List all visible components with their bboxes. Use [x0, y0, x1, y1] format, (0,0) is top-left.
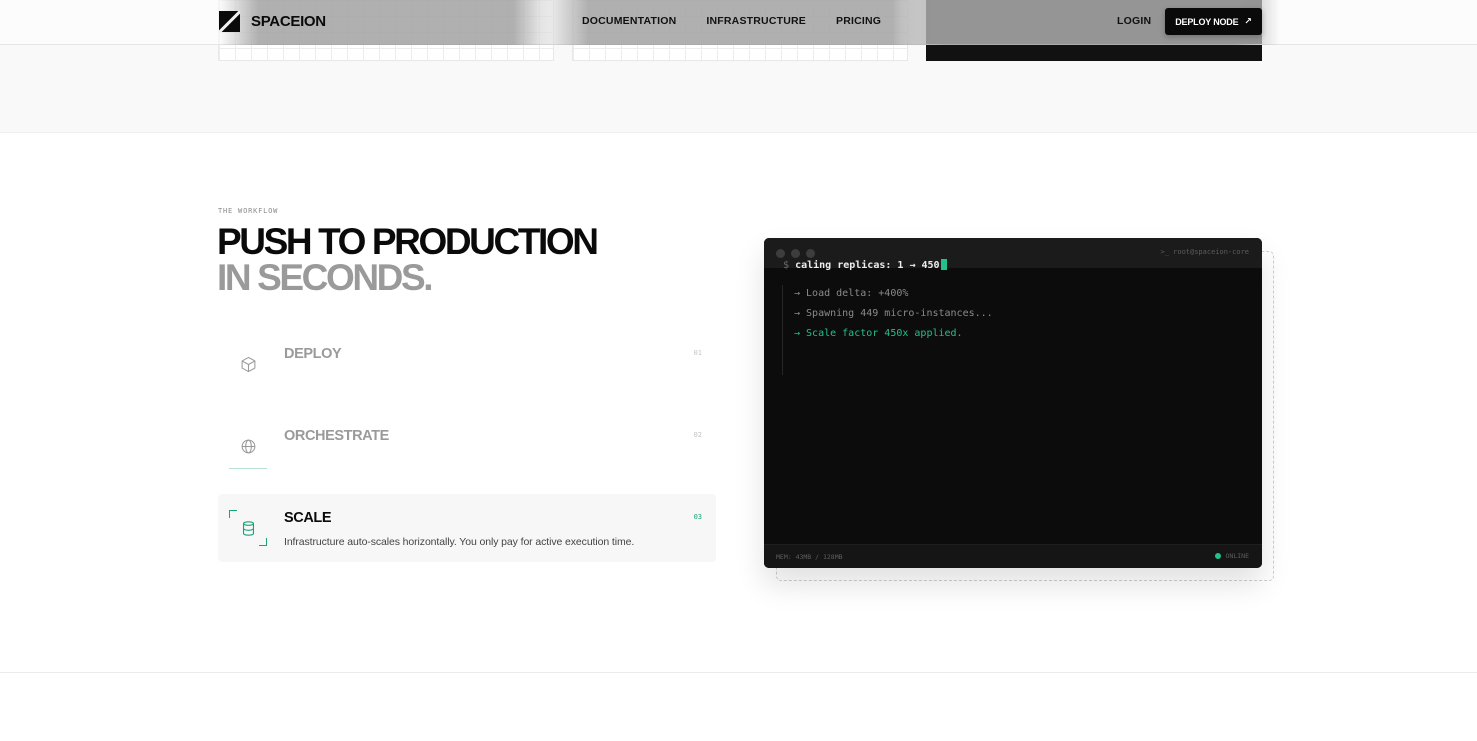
status-dot-icon	[1214, 553, 1221, 559]
box-icon	[230, 350, 266, 378]
main-nav: DOCUMENTATION INFRASTRUCTURE PRICING	[582, 15, 881, 27]
section-divider	[0, 672, 1477, 673]
terminal-prompt-icon: >_	[1160, 248, 1174, 256]
window-dot-icon	[791, 249, 800, 258]
log-line: → Spawning 449 micro-instances...	[794, 308, 993, 319]
nav-link-pricing[interactable]: PRICING	[836, 15, 881, 27]
step-number: 02	[693, 431, 702, 439]
deploy-node-label: DEPLOY NODE	[1175, 16, 1239, 27]
arrow-up-right-icon: ↗	[1244, 16, 1252, 26]
step-number: 03	[693, 513, 702, 521]
command-text: caling replicas: 1 → 450	[795, 260, 940, 271]
headline-line-2: IN SECONDS.	[217, 257, 434, 298]
terminal-command: $ caling replicas: 1 → 450	[783, 259, 947, 271]
section-eyebrow: THE WORKFLOW	[218, 207, 279, 215]
brand-name: SPACEION	[251, 13, 326, 30]
step-scale[interactable]: SCALE Infrastructure auto-scales horizon…	[218, 494, 716, 562]
step-deploy[interactable]: DEPLOY 01	[218, 330, 716, 398]
log-line: → Load delta: +400%	[794, 288, 909, 299]
headline-line-1: PUSH TO PRODUCTION	[217, 221, 599, 262]
terminal-window: >_ root@spaceion-core $ caling replicas:…	[764, 238, 1262, 568]
deploy-node-button[interactable]: DEPLOY NODE ↗	[1165, 8, 1262, 35]
step-description: Infrastructure auto-scales horizontally.…	[284, 536, 635, 548]
log-line-success: → Scale factor 450x applied.	[794, 328, 963, 339]
logo-icon	[219, 11, 240, 32]
nav-link-infrastructure[interactable]: INFRASTRUCTURE	[706, 15, 806, 27]
status-indicator: ONLINE	[1214, 552, 1249, 560]
globe-icon	[230, 432, 266, 460]
step-title: DEPLOY	[284, 346, 342, 362]
terminal-status-bar: MEM: 43MB / 128MB ONLINE	[764, 544, 1262, 568]
workflow-steps: DEPLOY 01 ORCHESTRATE 02 SCALE Infrastru…	[218, 330, 716, 576]
prompt-symbol: $	[783, 260, 790, 271]
database-icon	[230, 514, 266, 542]
cursor-block	[940, 259, 947, 270]
memory-readout: MEM: 43MB / 128MB	[776, 553, 843, 561]
nav-link-documentation[interactable]: DOCUMENTATION	[582, 15, 676, 27]
window-dot-icon	[806, 249, 815, 258]
step-title: SCALE	[284, 510, 332, 526]
step-progress-line	[229, 468, 267, 469]
log-rail	[782, 285, 783, 375]
step-orchestrate[interactable]: ORCHESTRATE 02	[218, 412, 716, 480]
top-navigation-bar: SPACEION DOCUMENTATION INFRASTRUCTURE PR…	[0, 0, 1477, 45]
terminal-host: >_ root@spaceion-core	[1160, 248, 1249, 256]
brand-logo[interactable]: SPACEION	[219, 11, 326, 32]
window-dot-icon	[776, 249, 785, 258]
step-title: ORCHESTRATE	[284, 428, 389, 444]
section-headline: PUSH TO PRODUCTION IN SECONDS.	[217, 221, 599, 298]
login-link[interactable]: LOGIN	[1117, 15, 1151, 27]
status-label: ONLINE	[1225, 552, 1249, 560]
step-number: 01	[693, 349, 702, 357]
